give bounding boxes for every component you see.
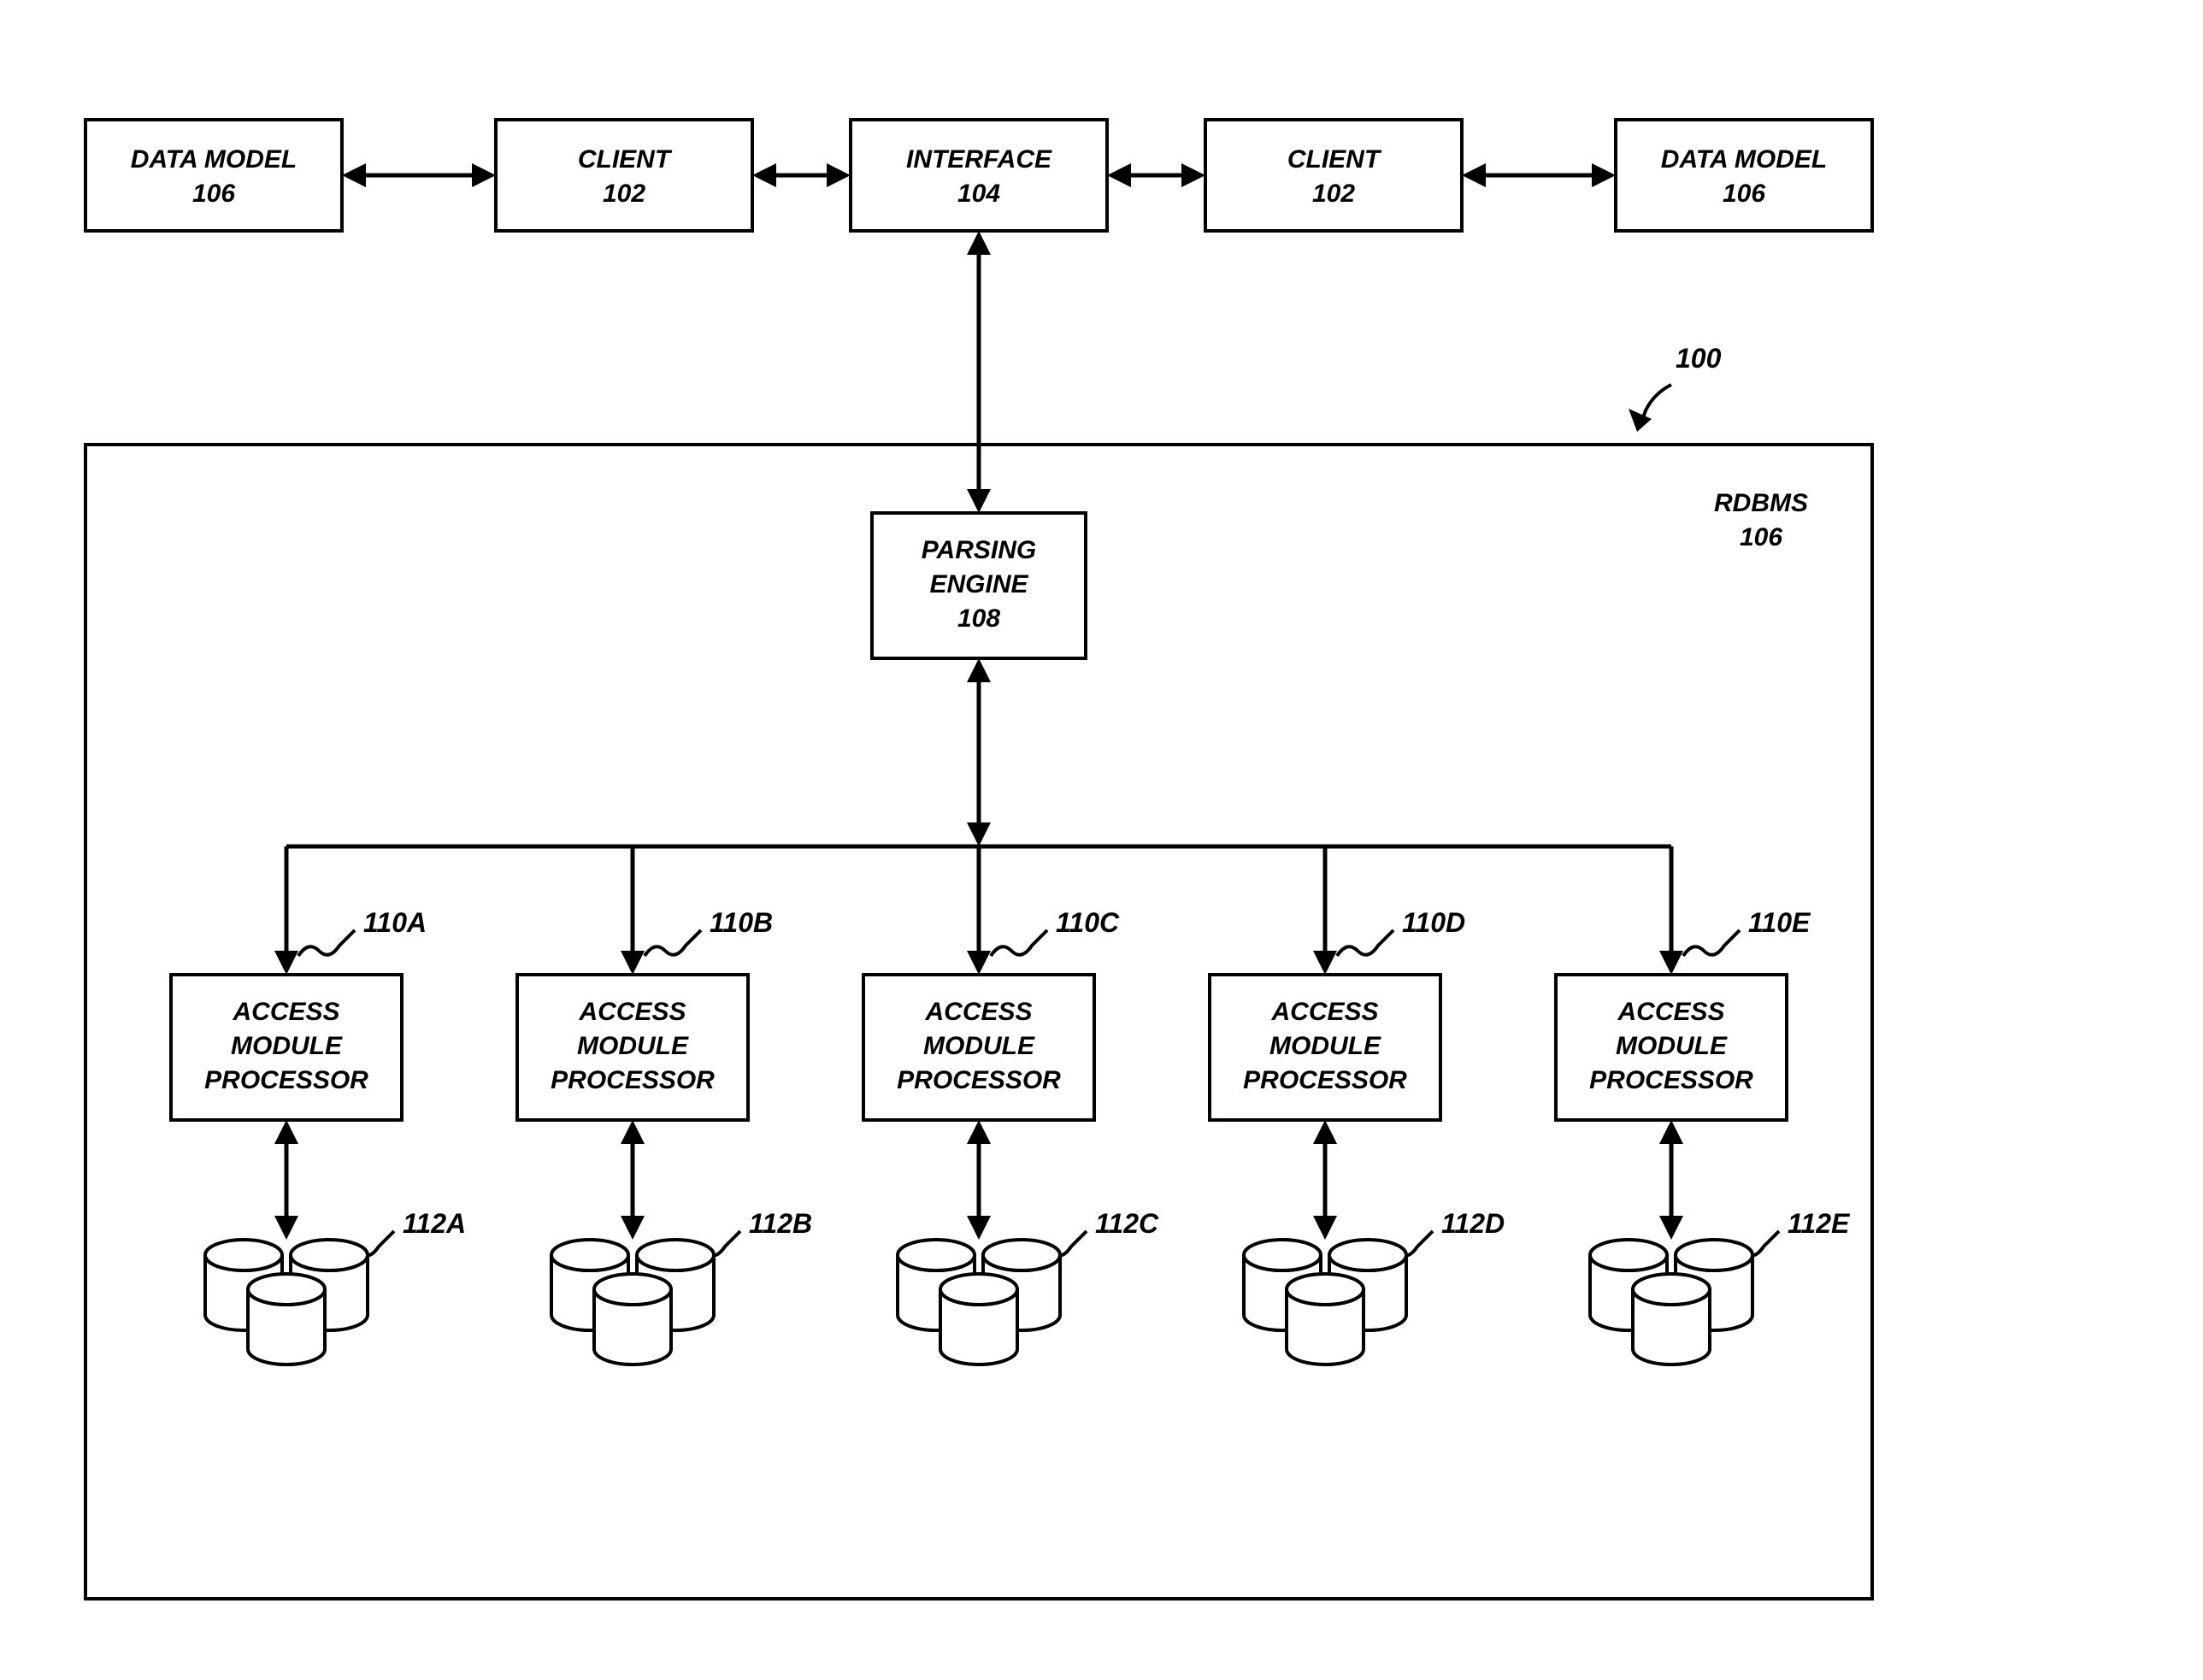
interface-ref: 104 [957,180,1000,208]
parsing-engine-l1: PARSING [922,536,1036,564]
rdbms-ref: 106 [1740,523,1782,551]
svg-text:MODULE: MODULE [923,1032,1035,1060]
parsing-engine-l2: ENGINE [929,570,1028,598]
amp-ref-3: 110C [1056,907,1120,938]
db-ref-4: 112D [1441,1208,1505,1239]
svg-text:PROCESSOR: PROCESSOR [551,1066,715,1094]
data-model-right-label: DATA MODEL [1661,145,1827,174]
svg-text:ACCESS: ACCESS [1617,998,1724,1026]
parsing-engine-l3: 108 [957,604,1000,633]
svg-text:ACCESS: ACCESS [924,998,1032,1026]
svg-text:MODULE: MODULE [1616,1032,1728,1060]
amp-ref-4: 110D [1402,907,1465,938]
parsing-engine: PARSING ENGINE 108 [872,513,1086,658]
svg-text:ACCESS: ACCESS [1270,998,1378,1026]
svg-text:ACCESS: ACCESS [232,998,339,1026]
svg-text:MODULE: MODULE [231,1032,343,1060]
data-model-right-ref: 106 [1723,180,1765,208]
svg-text:PROCESSOR: PROCESSOR [1243,1066,1407,1094]
amp-units: 110A ACCESS MODULE PROCESSOR 112A 110B A… [171,846,1851,1365]
db-ref-5: 112E [1788,1208,1851,1239]
database-icon [1244,1240,1406,1365]
amp-unit-1: 110A ACCESS MODULE PROCESSOR 112A [171,846,466,1365]
amp-unit-2: 110B ACCESS MODULE PROCESSOR 112B [517,846,812,1365]
data-model-left-ref: 106 [192,180,235,208]
amp-ref-5: 110E [1748,907,1811,938]
database-icon [551,1240,714,1365]
database-icon [205,1240,368,1365]
amp-ref-2: 110B [710,907,773,938]
amp-unit-5: 110E ACCESS MODULE PROCESSOR 112E [1556,846,1851,1365]
parsing-to-bus [967,658,991,846]
amp-unit-3: 110C ACCESS MODULE PROCESSOR 112C [863,846,1159,1365]
amp-unit-4: 110D ACCESS MODULE PROCESSOR 112D [1210,846,1505,1365]
svg-text:MODULE: MODULE [577,1032,689,1060]
svg-text:PROCESSOR: PROCESSOR [1589,1066,1753,1094]
system-ref-label: 100 [1676,343,1722,374]
interface-label: INTERFACE [906,145,1052,174]
amp-ref-1: 110A [363,907,427,938]
svg-text:ACCESS: ACCESS [578,998,686,1026]
db-ref-2: 112B [749,1208,812,1239]
client-right-label: CLIENT [1287,145,1382,174]
interface-to-parsing [967,231,991,513]
db-ref-1: 112A [403,1208,466,1239]
system-reference: 100 [1629,343,1722,432]
client-left-label: CLIENT [578,145,673,174]
client-left-ref: 102 [603,180,645,208]
db-ref-3: 112C [1095,1208,1159,1239]
rdbms-title: RDBMS [1714,489,1808,517]
database-icon [898,1240,1060,1365]
svg-text:PROCESSOR: PROCESSOR [204,1066,368,1094]
database-icon [1590,1240,1752,1365]
data-model-left-label: DATA MODEL [131,145,297,174]
svg-text:PROCESSOR: PROCESSOR [897,1066,1061,1094]
client-right-ref: 102 [1312,180,1355,208]
svg-text:MODULE: MODULE [1269,1032,1381,1060]
